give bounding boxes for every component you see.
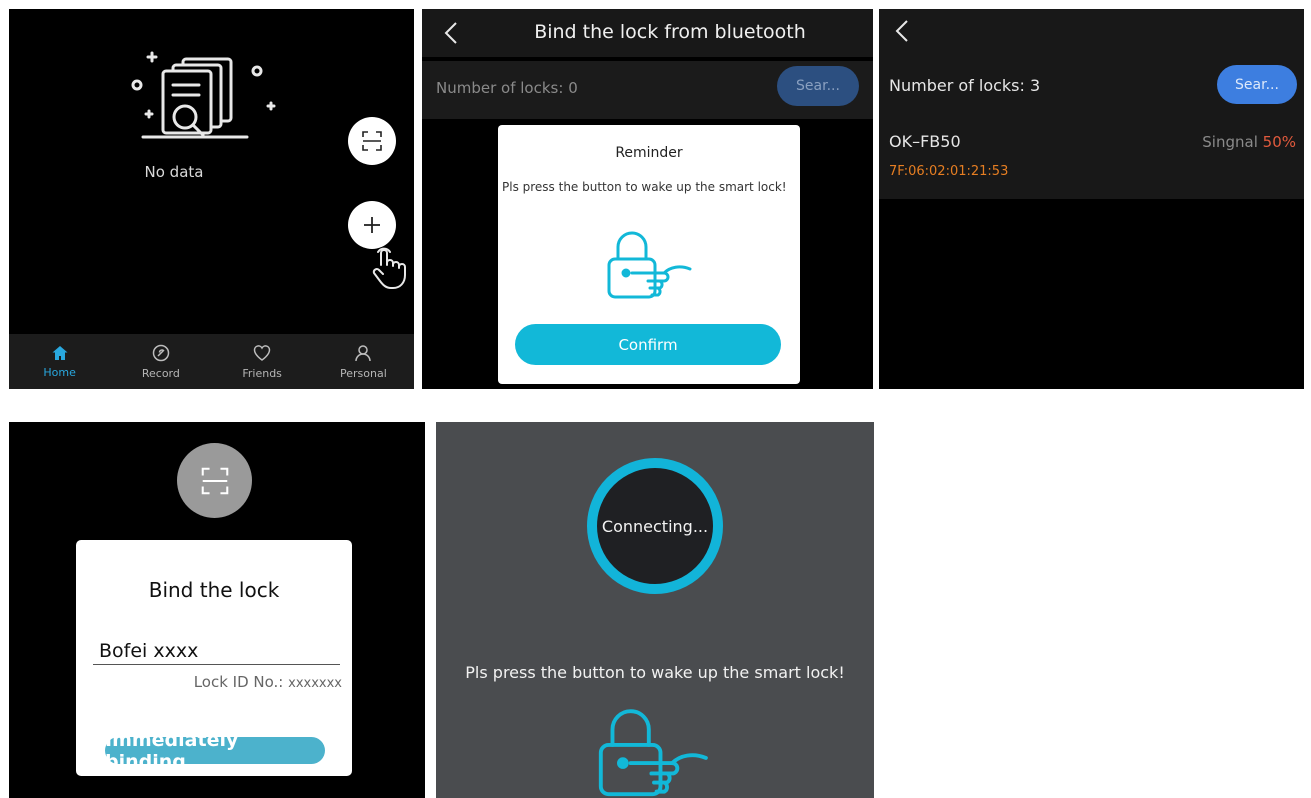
scan-button[interactable]	[177, 443, 252, 518]
home-icon	[52, 346, 68, 360]
tab-friends-label: Friends	[242, 367, 282, 380]
home-screen: No data Home Record Friends Personal	[9, 9, 414, 389]
back-button[interactable]	[444, 21, 458, 45]
confirm-button[interactable]: Confirm	[515, 324, 781, 365]
lock-id: Lock ID No.: xxxxxxx	[194, 673, 342, 691]
lock-count: Number of locks: 3	[889, 76, 1040, 95]
page-title: Bind the lock from bluetooth	[534, 21, 806, 43]
tab-record[interactable]: Record	[110, 334, 211, 389]
tab-record-label: Record	[141, 367, 180, 380]
signal-label: Singnal	[1202, 133, 1258, 151]
lock-name[interactable]: OK–FB50	[889, 132, 961, 151]
search-button[interactable]: Sear...	[777, 66, 859, 106]
back-button[interactable]	[895, 19, 909, 43]
bind-lock-dialog: Bind the lock Bofei xxxx Lock ID No.: xx…	[76, 540, 352, 776]
bluetooth-bind-screen: Bind the lock from bluetooth Number of l…	[422, 9, 873, 389]
tap-hand-icon	[369, 247, 409, 291]
header	[879, 9, 1304, 57]
lock-id-label: Lock ID No.:	[193, 673, 284, 691]
search-results-screen: Number of locks: 3 Sear... OK–FB50 Singn…	[879, 9, 1304, 389]
field-underline	[93, 664, 340, 665]
immediately-binding-button[interactable]: Immediately binding	[105, 729, 325, 773]
plus-icon	[364, 217, 380, 233]
connecting-screen: Connecting... Pls press the button to wa…	[436, 422, 874, 798]
lock-press-icon	[594, 706, 714, 798]
heart-icon	[253, 345, 271, 361]
lock-count-label: Number of locks:	[436, 79, 564, 97]
bind-lock-screen: Bind the lock Bofei xxxx Lock ID No.: xx…	[9, 422, 425, 798]
lock-id-value: xxxxxxx	[288, 676, 342, 691]
chevron-left-icon	[895, 20, 908, 42]
wake-lock-message: Pls press the button to wake up the smar…	[465, 663, 845, 682]
tab-personal-label: Personal	[339, 367, 387, 380]
scan-icon	[362, 131, 382, 151]
connecting-spinner: Connecting...	[587, 458, 723, 594]
chevron-left-icon	[444, 22, 457, 44]
bottom-tab-bar: Home Record Friends Personal	[9, 334, 414, 389]
reminder-dialog: Reminder Pls press the button to wake up…	[498, 125, 800, 384]
dialog-message: Pls press the button to wake up the smar…	[502, 180, 787, 194]
lock-mac-address: 7F:06:02:01:21:53	[889, 164, 1009, 179]
lock-name-field[interactable]: Bofei xxxx	[99, 640, 198, 662]
tab-home[interactable]: Home	[9, 334, 110, 389]
add-lock-button[interactable]	[348, 201, 396, 249]
empty-state-text: No data	[144, 163, 204, 181]
dialog-title: Bind the lock	[148, 578, 280, 602]
lock-count: Number of locks: 0	[436, 79, 578, 97]
empty-documents-icon	[127, 45, 277, 155]
search-button[interactable]: Sear...	[1217, 65, 1297, 104]
record-icon	[152, 344, 170, 362]
scan-button[interactable]	[348, 117, 396, 165]
tab-friends[interactable]: Friends	[212, 334, 313, 389]
connecting-status: Connecting...	[601, 516, 709, 536]
lock-count-value: 3	[1029, 76, 1041, 95]
lock-count-label: Number of locks:	[889, 76, 1025, 95]
lock-count-value: 0	[568, 79, 578, 97]
dialog-title: Reminder	[615, 145, 683, 161]
scan-icon	[201, 467, 228, 494]
tab-personal[interactable]: Personal	[313, 334, 414, 389]
tab-home-label: Home	[43, 366, 76, 379]
lock-press-icon	[604, 229, 696, 303]
signal-strength: Singnal 50%	[1202, 133, 1296, 151]
person-icon	[355, 345, 372, 362]
signal-value: 50%	[1262, 133, 1296, 151]
